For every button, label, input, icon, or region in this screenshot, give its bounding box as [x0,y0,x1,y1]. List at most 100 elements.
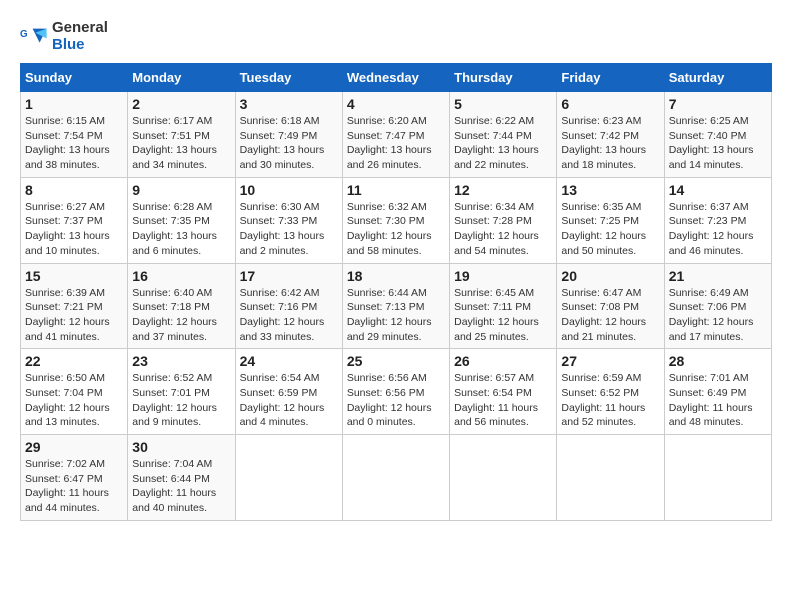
calendar-cell: 10 Sunrise: 6:30 AM Sunset: 7:33 PM Dayl… [235,177,342,263]
day-number: 1 [25,96,123,112]
calendar-cell: 15 Sunrise: 6:39 AM Sunset: 7:21 PM Dayl… [21,263,128,349]
day-number: 5 [454,96,552,112]
day-number: 16 [132,268,230,284]
calendar-cell: 18 Sunrise: 6:44 AM Sunset: 7:13 PM Dayl… [342,263,449,349]
calendar-cell: 29 Sunrise: 7:02 AM Sunset: 6:47 PM Dayl… [21,435,128,521]
day-number: 15 [25,268,123,284]
calendar-cell: 1 Sunrise: 6:15 AM Sunset: 7:54 PM Dayli… [21,92,128,178]
calendar-cell [664,435,771,521]
day-number: 7 [669,96,767,112]
svg-text:G: G [20,29,28,40]
day-info: Sunrise: 6:47 AM Sunset: 7:08 PM Dayligh… [561,286,659,345]
calendar-cell: 9 Sunrise: 6:28 AM Sunset: 7:35 PM Dayli… [128,177,235,263]
header-day-friday: Friday [557,64,664,92]
day-info: Sunrise: 6:15 AM Sunset: 7:54 PM Dayligh… [25,114,123,173]
calendar-cell: 6 Sunrise: 6:23 AM Sunset: 7:42 PM Dayli… [557,92,664,178]
day-info: Sunrise: 6:39 AM Sunset: 7:21 PM Dayligh… [25,286,123,345]
day-number: 19 [454,268,552,284]
day-number: 27 [561,353,659,369]
calendar-cell: 16 Sunrise: 6:40 AM Sunset: 7:18 PM Dayl… [128,263,235,349]
calendar-cell: 24 Sunrise: 6:54 AM Sunset: 6:59 PM Dayl… [235,349,342,435]
calendar-cell: 4 Sunrise: 6:20 AM Sunset: 7:47 PM Dayli… [342,92,449,178]
day-number: 12 [454,182,552,198]
day-info: Sunrise: 6:32 AM Sunset: 7:30 PM Dayligh… [347,200,445,259]
day-info: Sunrise: 6:52 AM Sunset: 7:01 PM Dayligh… [132,371,230,430]
day-number: 28 [669,353,767,369]
day-info: Sunrise: 7:04 AM Sunset: 6:44 PM Dayligh… [132,457,230,516]
day-info: Sunrise: 6:23 AM Sunset: 7:42 PM Dayligh… [561,114,659,173]
day-number: 14 [669,182,767,198]
day-info: Sunrise: 6:22 AM Sunset: 7:44 PM Dayligh… [454,114,552,173]
calendar-week-row: 22 Sunrise: 6:50 AM Sunset: 7:04 PM Dayl… [21,349,772,435]
calendar-cell: 3 Sunrise: 6:18 AM Sunset: 7:49 PM Dayli… [235,92,342,178]
calendar-cell: 25 Sunrise: 6:56 AM Sunset: 6:56 PM Dayl… [342,349,449,435]
day-number: 18 [347,268,445,284]
day-info: Sunrise: 6:20 AM Sunset: 7:47 PM Dayligh… [347,114,445,173]
day-info: Sunrise: 6:28 AM Sunset: 7:35 PM Dayligh… [132,200,230,259]
calendar-cell: 23 Sunrise: 6:52 AM Sunset: 7:01 PM Dayl… [128,349,235,435]
calendar-cell: 30 Sunrise: 7:04 AM Sunset: 6:44 PM Dayl… [128,435,235,521]
day-number: 22 [25,353,123,369]
day-number: 3 [240,96,338,112]
calendar-cell [235,435,342,521]
day-number: 20 [561,268,659,284]
calendar-table: SundayMondayTuesdayWednesdayThursdayFrid… [20,63,772,521]
day-info: Sunrise: 6:37 AM Sunset: 7:23 PM Dayligh… [669,200,767,259]
day-info: Sunrise: 6:50 AM Sunset: 7:04 PM Dayligh… [25,371,123,430]
calendar-cell: 26 Sunrise: 6:57 AM Sunset: 6:54 PM Dayl… [450,349,557,435]
calendar-week-row: 1 Sunrise: 6:15 AM Sunset: 7:54 PM Dayli… [21,92,772,178]
day-number: 10 [240,182,338,198]
day-info: Sunrise: 6:30 AM Sunset: 7:33 PM Dayligh… [240,200,338,259]
calendar-cell: 2 Sunrise: 6:17 AM Sunset: 7:51 PM Dayli… [128,92,235,178]
day-info: Sunrise: 6:35 AM Sunset: 7:25 PM Dayligh… [561,200,659,259]
calendar-cell: 5 Sunrise: 6:22 AM Sunset: 7:44 PM Dayli… [450,92,557,178]
day-number: 24 [240,353,338,369]
day-number: 8 [25,182,123,198]
logo-text: General Blue [52,20,108,53]
calendar-cell: 21 Sunrise: 6:49 AM Sunset: 7:06 PM Dayl… [664,263,771,349]
day-number: 30 [132,439,230,455]
day-number: 4 [347,96,445,112]
day-info: Sunrise: 6:44 AM Sunset: 7:13 PM Dayligh… [347,286,445,345]
day-number: 13 [561,182,659,198]
calendar-cell: 22 Sunrise: 6:50 AM Sunset: 7:04 PM Dayl… [21,349,128,435]
day-info: Sunrise: 6:42 AM Sunset: 7:16 PM Dayligh… [240,286,338,345]
day-info: Sunrise: 6:27 AM Sunset: 7:37 PM Dayligh… [25,200,123,259]
calendar-week-row: 8 Sunrise: 6:27 AM Sunset: 7:37 PM Dayli… [21,177,772,263]
calendar-cell: 17 Sunrise: 6:42 AM Sunset: 7:16 PM Dayl… [235,263,342,349]
calendar-cell: 8 Sunrise: 6:27 AM Sunset: 7:37 PM Dayli… [21,177,128,263]
header-day-wednesday: Wednesday [342,64,449,92]
day-info: Sunrise: 6:18 AM Sunset: 7:49 PM Dayligh… [240,114,338,173]
header-day-thursday: Thursday [450,64,557,92]
calendar-week-row: 29 Sunrise: 7:02 AM Sunset: 6:47 PM Dayl… [21,435,772,521]
day-info: Sunrise: 7:01 AM Sunset: 6:49 PM Dayligh… [669,371,767,430]
day-number: 11 [347,182,445,198]
day-info: Sunrise: 6:17 AM Sunset: 7:51 PM Dayligh… [132,114,230,173]
day-number: 17 [240,268,338,284]
calendar-cell [450,435,557,521]
day-info: Sunrise: 6:40 AM Sunset: 7:18 PM Dayligh… [132,286,230,345]
page-header: G General Blue [20,20,772,53]
header-day-saturday: Saturday [664,64,771,92]
day-info: Sunrise: 6:45 AM Sunset: 7:11 PM Dayligh… [454,286,552,345]
calendar-cell: 12 Sunrise: 6:34 AM Sunset: 7:28 PM Dayl… [450,177,557,263]
calendar-cell: 7 Sunrise: 6:25 AM Sunset: 7:40 PM Dayli… [664,92,771,178]
calendar-cell: 20 Sunrise: 6:47 AM Sunset: 7:08 PM Dayl… [557,263,664,349]
calendar-cell [342,435,449,521]
calendar-cell [557,435,664,521]
logo-icon: G [20,23,48,51]
calendar-cell: 27 Sunrise: 6:59 AM Sunset: 6:52 PM Dayl… [557,349,664,435]
day-info: Sunrise: 7:02 AM Sunset: 6:47 PM Dayligh… [25,457,123,516]
calendar-cell: 14 Sunrise: 6:37 AM Sunset: 7:23 PM Dayl… [664,177,771,263]
header-day-tuesday: Tuesday [235,64,342,92]
header-day-sunday: Sunday [21,64,128,92]
calendar-cell: 19 Sunrise: 6:45 AM Sunset: 7:11 PM Dayl… [450,263,557,349]
calendar-cell: 11 Sunrise: 6:32 AM Sunset: 7:30 PM Dayl… [342,177,449,263]
day-info: Sunrise: 6:57 AM Sunset: 6:54 PM Dayligh… [454,371,552,430]
day-number: 26 [454,353,552,369]
day-info: Sunrise: 6:34 AM Sunset: 7:28 PM Dayligh… [454,200,552,259]
calendar-cell: 13 Sunrise: 6:35 AM Sunset: 7:25 PM Dayl… [557,177,664,263]
day-number: 6 [561,96,659,112]
header-day-monday: Monday [128,64,235,92]
calendar-cell: 28 Sunrise: 7:01 AM Sunset: 6:49 PM Dayl… [664,349,771,435]
